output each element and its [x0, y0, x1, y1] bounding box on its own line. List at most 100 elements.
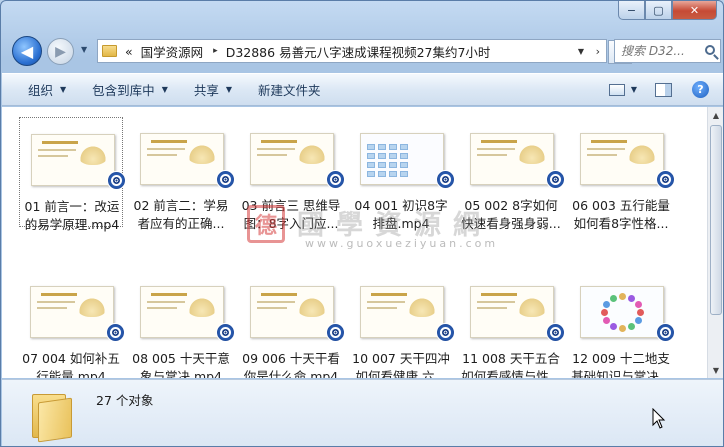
file-name-line: 如何看8字性格...	[573, 216, 669, 231]
chevron-down-icon: ▼	[225, 85, 233, 94]
scrollbar-thumb[interactable]	[710, 125, 722, 315]
new-folder-button[interactable]: 新建文件夹	[258, 80, 321, 99]
window-controls: − ▢ ✕	[618, 1, 717, 20]
file-name: 11 008 天干五合 如何看感情与性...	[459, 350, 563, 378]
search-box[interactable]	[614, 39, 721, 63]
video-thumbnail	[470, 286, 554, 338]
file-name: 12 009 十二地支基础知识与掌决...	[569, 350, 673, 378]
site-watermark: 德國學資源網 www.guoxueziyuan.com	[247, 203, 537, 253]
file-item[interactable]: 06 003 五行能量 如何看8字性格...	[569, 117, 675, 231]
mouse-cursor-icon	[652, 408, 666, 429]
file-name-line: 01 前言一：改运	[24, 199, 120, 214]
vertical-scrollbar[interactable]: ▲ ▼	[707, 107, 723, 378]
folder-icon	[102, 45, 117, 57]
video-file-icon	[546, 170, 565, 189]
back-button[interactable]: ◀	[12, 36, 42, 66]
file-name: 09 006 十天干看 你是什么命.mp4	[239, 350, 343, 378]
maximize-button[interactable]: ▢	[645, 1, 672, 20]
video-file-icon	[326, 170, 345, 189]
details-pane: 27 个对象	[2, 379, 723, 446]
file-name-line: 者应有的正确...	[137, 216, 225, 231]
video-file-icon	[546, 323, 565, 342]
video-file-icon	[436, 170, 455, 189]
video-file-icon	[656, 323, 675, 342]
share-menu[interactable]: 共享 ▼	[194, 80, 232, 99]
file-name: 02 前言二：学易 者应有的正确...	[129, 197, 233, 233]
video-thumbnail	[580, 133, 664, 185]
video-file-icon	[107, 171, 126, 190]
file-name: 08 005 十天干意象与掌决.mp4	[129, 350, 233, 378]
preview-pane-icon[interactable]	[655, 82, 672, 97]
file-item[interactable]: 10 007 天干四冲 如何看健康 六...	[349, 270, 455, 378]
file-item[interactable]: 01 前言一：改运 的易学原理.mp4	[19, 117, 126, 232]
file-name-line: 的易学原理.mp4	[24, 217, 120, 232]
search-input[interactable]	[621, 44, 705, 58]
video-file-icon	[436, 323, 455, 342]
file-item[interactable]: 08 005 十天干意象与掌决.mp4	[129, 270, 235, 378]
forward-button[interactable]: ▶	[47, 38, 74, 65]
video-thumbnail	[470, 133, 554, 185]
file-name: 10 007 天干四冲 如何看健康 六...	[349, 350, 453, 378]
file-name-line: 06 003 五行能量	[572, 198, 670, 213]
navigation-row: ◀ ▶ ▼ « 国学资源网 ▸ D32886 易善元八字速成课程视频27集约7小…	[1, 35, 723, 66]
toolbar-right: ▼ ?	[608, 74, 723, 105]
new-folder-label: 新建文件夹	[258, 83, 321, 98]
video-file-icon	[216, 323, 235, 342]
breadcrumb-item-current[interactable]: D32886 易善元八字速成课程视频27集约7小时	[226, 42, 491, 61]
address-go-icon[interactable]: ›	[596, 45, 600, 58]
breadcrumb-separator-icon[interactable]: ▸	[213, 46, 218, 56]
address-dropdown-icon[interactable]: ▼	[578, 47, 584, 56]
file-name-line: 如何看感情与性...	[461, 369, 561, 378]
breadcrumb-overflow[interactable]: «	[125, 44, 133, 59]
breadcrumb-item-root[interactable]: 国学资源网	[141, 42, 204, 61]
forward-arrow-icon: ▶	[55, 43, 66, 60]
file-name-line: 行能量.mp4	[36, 369, 106, 378]
file-name-line: 基础知识与掌决...	[571, 369, 671, 378]
video-thumbnail	[360, 286, 444, 338]
file-name: 01 前言一：改运 的易学原理.mp4	[20, 198, 124, 234]
file-name-line: 12 009 十二地支	[572, 351, 670, 366]
file-name-line: 08 005 十天干意	[132, 351, 230, 366]
video-file-icon	[326, 323, 345, 342]
file-item[interactable]: 11 008 天干五合 如何看感情与性...	[459, 270, 565, 378]
video-file-icon	[656, 170, 675, 189]
file-item[interactable]: 09 006 十天干看 你是什么命.mp4	[239, 270, 345, 378]
view-options-chevron-icon[interactable]: ▼	[631, 85, 637, 94]
file-item[interactable]: 12 009 十二地支基础知识与掌决...	[569, 270, 675, 378]
include-in-library-menu[interactable]: 包含到库中 ▼	[92, 80, 168, 99]
file-item[interactable]: 02 前言二：学易 者应有的正确...	[129, 117, 235, 231]
address-bar[interactable]: « 国学资源网 ▸ D32886 易善元八字速成课程视频27集约7小时 ▼ › …	[97, 39, 632, 64]
recent-pages-dropdown[interactable]: ▼	[81, 45, 87, 54]
minimize-button[interactable]: −	[618, 1, 645, 20]
item-count: 27 个对象	[96, 393, 154, 408]
video-file-icon	[216, 170, 235, 189]
explorer-window: − ▢ ✕ ◀ ▶ ▼ « 国学资源网 ▸ D32886 易善元八字速成课程视频…	[0, 0, 724, 447]
chevron-down-icon: ▼	[161, 85, 168, 94]
watermark-seal: 德	[247, 205, 285, 243]
organize-menu[interactable]: 组织 ▼	[28, 80, 66, 99]
file-name: 06 003 五行能量 如何看8字性格...	[569, 197, 673, 233]
folder-icon	[32, 386, 72, 443]
change-view-icon[interactable]	[608, 83, 625, 96]
video-thumbnail	[140, 133, 224, 185]
share-label: 共享	[193, 83, 219, 98]
video-file-icon	[106, 323, 125, 342]
search-icon[interactable]	[705, 45, 715, 55]
video-thumbnail	[250, 133, 334, 185]
include-library-label: 包含到库中	[92, 83, 155, 98]
file-list-area[interactable]: 01 前言一：改运 的易学原理.mp4 02 前言二：学易 者应有的正确... 03 前…	[2, 107, 707, 378]
close-button[interactable]: ✕	[672, 1, 717, 20]
scroll-down-icon[interactable]: ▼	[708, 362, 723, 378]
file-item[interactable]: 07 004 如何补五 行能量.mp4	[19, 270, 125, 378]
file-name-line: 象与掌决.mp4	[139, 369, 223, 378]
scroll-up-icon[interactable]: ▲	[708, 107, 723, 123]
file-name-line: 10 007 天干四冲	[352, 351, 450, 366]
help-icon[interactable]: ?	[692, 81, 709, 98]
video-thumbnail	[140, 286, 224, 338]
chevron-down-icon: ▼	[60, 85, 67, 94]
organize-label: 组织	[28, 83, 54, 98]
file-name-line: 02 前言二：学易	[133, 198, 229, 213]
file-name-line: 09 006 十天干看	[242, 351, 340, 366]
video-thumbnail	[250, 286, 334, 338]
back-arrow-icon: ◀	[20, 41, 34, 61]
